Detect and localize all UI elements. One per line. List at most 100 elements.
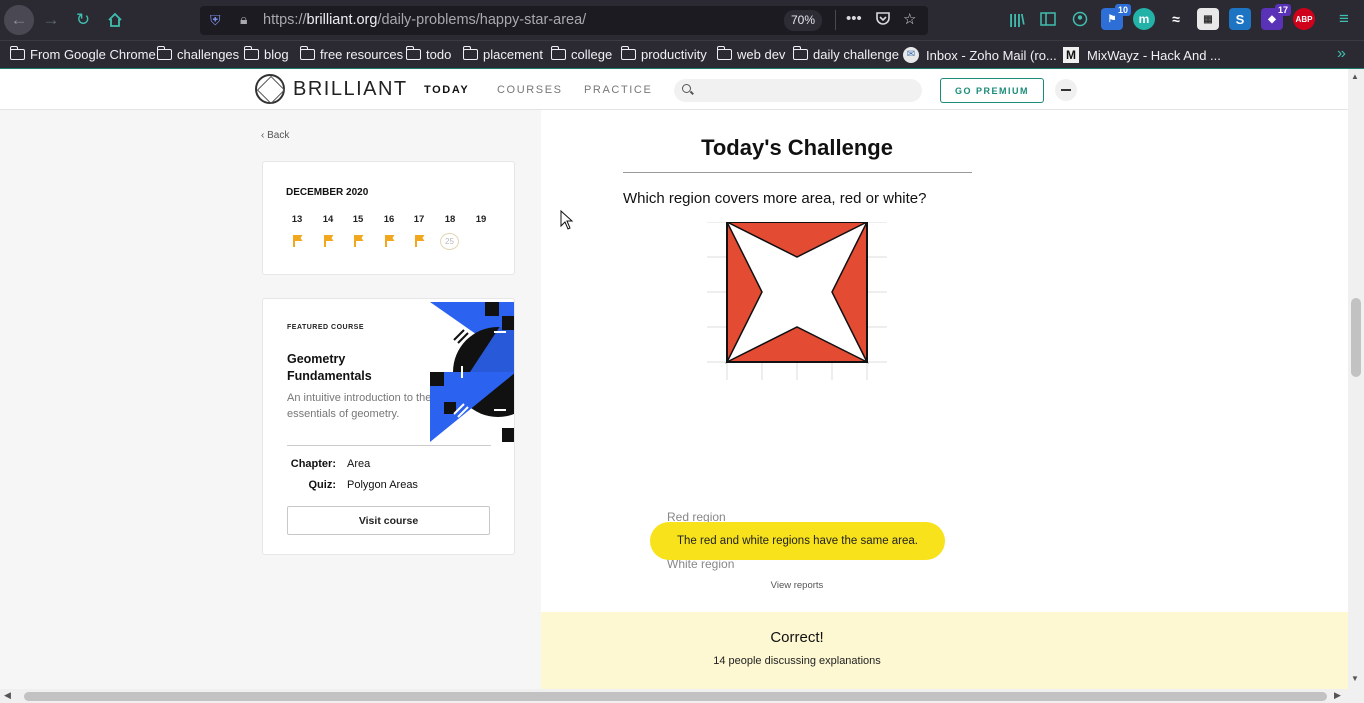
mail-icon: ✉ <box>903 47 919 63</box>
calendar-day[interactable]: 18 <box>440 214 460 225</box>
chapter-value: Area <box>347 458 371 470</box>
selected-answer-button[interactable]: The red and white regions have the same … <box>650 522 945 560</box>
bookmark-label: MixWayz - Hack And ... <box>1087 47 1221 63</box>
bookmark-star-icon[interactable]: ☆ <box>903 10 916 28</box>
folder-icon <box>243 46 259 60</box>
extension-notify-icon[interactable]: ⚑ 10 <box>1101 4 1131 30</box>
scroll-down-icon[interactable]: ▼ <box>1351 674 1359 683</box>
folder-icon <box>550 46 566 60</box>
adblock-icon[interactable]: ABP <box>1293 8 1315 30</box>
bookmark-label: college <box>571 47 613 62</box>
calendar-day[interactable]: 16 <box>379 214 399 225</box>
flag-icon[interactable] <box>293 235 303 247</box>
visit-course-button[interactable]: Visit course <box>287 506 490 535</box>
lock-icon[interactable]: 🔒︎ <box>240 11 247 28</box>
zoom-level[interactable]: 70% <box>784 10 823 31</box>
flag-icon[interactable] <box>354 235 364 247</box>
bookmark-folder[interactable]: placement <box>462 46 543 62</box>
nav-today[interactable]: TODAY <box>424 84 469 96</box>
calendar-day[interactable]: 14 <box>318 214 338 225</box>
calendar-day[interactable]: 15 <box>348 214 368 225</box>
url-text[interactable]: https://brilliant.org/daily-problems/hap… <box>263 12 586 28</box>
reload-icon[interactable]: ↻ <box>68 5 98 35</box>
scroll-thumb[interactable] <box>1351 298 1361 377</box>
bookmark-label: free resources <box>320 47 404 62</box>
bookmarks-bar: From Google Chrome challenges blog free … <box>0 40 1364 69</box>
search-input[interactable] <box>674 79 922 102</box>
bookmarks-overflow-icon[interactable]: » <box>1337 45 1346 63</box>
tracking-shield-icon[interactable]: ⛨ <box>210 12 221 29</box>
pocket-icon[interactable] <box>875 10 891 30</box>
folder-icon <box>792 46 808 60</box>
scroll-left-icon[interactable]: ◀ <box>4 690 11 701</box>
scroll-up-icon[interactable]: ▲ <box>1351 72 1359 81</box>
challenge-question: Which region covers more area, red or wh… <box>623 190 927 207</box>
bookmark-folder[interactable]: todo <box>405 46 451 62</box>
hamburger-menu-icon[interactable]: ≡ <box>1333 8 1355 30</box>
bookmark-folder[interactable]: productivity <box>620 46 707 62</box>
flag-icon[interactable] <box>415 235 425 247</box>
mouse-cursor-icon <box>560 210 574 230</box>
vertical-scrollbar[interactable]: ▲ ▼ <box>1348 69 1364 689</box>
today-badge[interactable]: 25 <box>440 233 459 250</box>
flag-icon[interactable] <box>385 235 395 247</box>
course-title[interactable]: Geometry Fundamentals <box>287 351 417 385</box>
course-description: An intuitive introduction to the essenti… <box>287 392 432 420</box>
scrollbar-corner <box>1348 689 1364 703</box>
extension-m-icon[interactable]: m <box>1133 8 1155 30</box>
bookmark-folder[interactable]: free resources <box>299 46 404 62</box>
extension-wave-icon[interactable]: ≈ <box>1165 8 1187 30</box>
bookmark-folder[interactable]: daily challenge <box>792 46 899 62</box>
calendar-day[interactable]: 13 <box>287 214 307 225</box>
user-menu-button[interactable] <box>1055 79 1077 101</box>
browser-toolbar: ← → ↻ ⛨ 🔒︎ https://brilliant.org/daily-p… <box>0 0 1364 40</box>
forward-arrow-icon[interactable]: → <box>36 5 66 35</box>
bookmark-link[interactable]: ✉ Inbox - Zoho Mail (ro... <box>903 47 1057 63</box>
page-actions-icon[interactable]: ••• <box>846 10 862 27</box>
course-tag: FEATURED COURSE <box>287 324 364 331</box>
sidebar-icon[interactable] <box>1037 8 1059 30</box>
bookmark-label: web dev <box>737 47 786 62</box>
bookmark-folder[interactable]: blog <box>243 46 289 62</box>
nav-practice[interactable]: PRACTICE <box>584 84 652 96</box>
nav-courses[interactable]: COURSES <box>497 84 563 96</box>
scroll-right-icon[interactable]: ▶ <box>1334 690 1341 701</box>
bookmark-link[interactable]: M MixWayz - Hack And ... <box>1063 47 1221 63</box>
folder-icon <box>716 46 732 60</box>
back-link[interactable]: ‹ Back <box>261 130 289 141</box>
bookmark-folder[interactable]: web dev <box>716 46 786 62</box>
bookmark-folder[interactable]: college <box>550 46 613 62</box>
course-illustration <box>430 302 514 442</box>
scroll-thumb[interactable] <box>24 692 1327 701</box>
address-bar[interactable]: ⛨ 🔒︎ https://brilliant.org/daily-problem… <box>200 6 928 35</box>
account-icon[interactable] <box>1069 8 1091 30</box>
horizontal-scrollbar[interactable]: ◀ ▶ <box>0 689 1348 703</box>
folder-icon <box>405 46 421 60</box>
bookmark-folder[interactable]: challenges <box>156 46 239 62</box>
site-navbar: BRILLIANT TODAY COURSES PRACTICE GO PREM… <box>0 69 1348 110</box>
brilliant-logo-icon[interactable] <box>255 74 285 104</box>
calendar-card: DECEMBER 2020 13 14 15 16 17 18 19 25 <box>262 161 515 275</box>
divider <box>287 445 491 446</box>
bookmark-label: placement <box>483 47 543 62</box>
back-arrow-icon[interactable]: ← <box>4 5 34 35</box>
extension-reader-icon[interactable]: ▦ <box>1197 8 1219 30</box>
folder-icon <box>156 46 172 60</box>
home-icon[interactable] <box>100 5 130 35</box>
discussion-count[interactable]: 14 people discussing explanations <box>541 655 1053 667</box>
view-reports-link[interactable]: View reports <box>541 580 1053 591</box>
flag-icon[interactable] <box>324 235 334 247</box>
extension-badge: 17 <box>1274 4 1291 16</box>
calendar-day[interactable]: 17 <box>409 214 429 225</box>
extension-s-icon[interactable]: S <box>1229 8 1251 30</box>
go-premium-button[interactable]: GO PREMIUM <box>940 78 1044 103</box>
featured-course-card: FEATURED COURSE Geometry Fundamentals An… <box>262 298 515 555</box>
extension-purple-icon[interactable]: ◆ 17 <box>1261 4 1291 30</box>
folder-icon <box>299 46 315 60</box>
star-area-figure <box>707 222 887 380</box>
brand-name[interactable]: BRILLIANT <box>293 78 408 101</box>
library-icon[interactable]: |||\ <box>1006 8 1028 30</box>
folder-icon <box>462 46 478 60</box>
bookmark-folder[interactable]: From Google Chrome <box>9 46 156 62</box>
calendar-day[interactable]: 19 <box>471 214 491 225</box>
